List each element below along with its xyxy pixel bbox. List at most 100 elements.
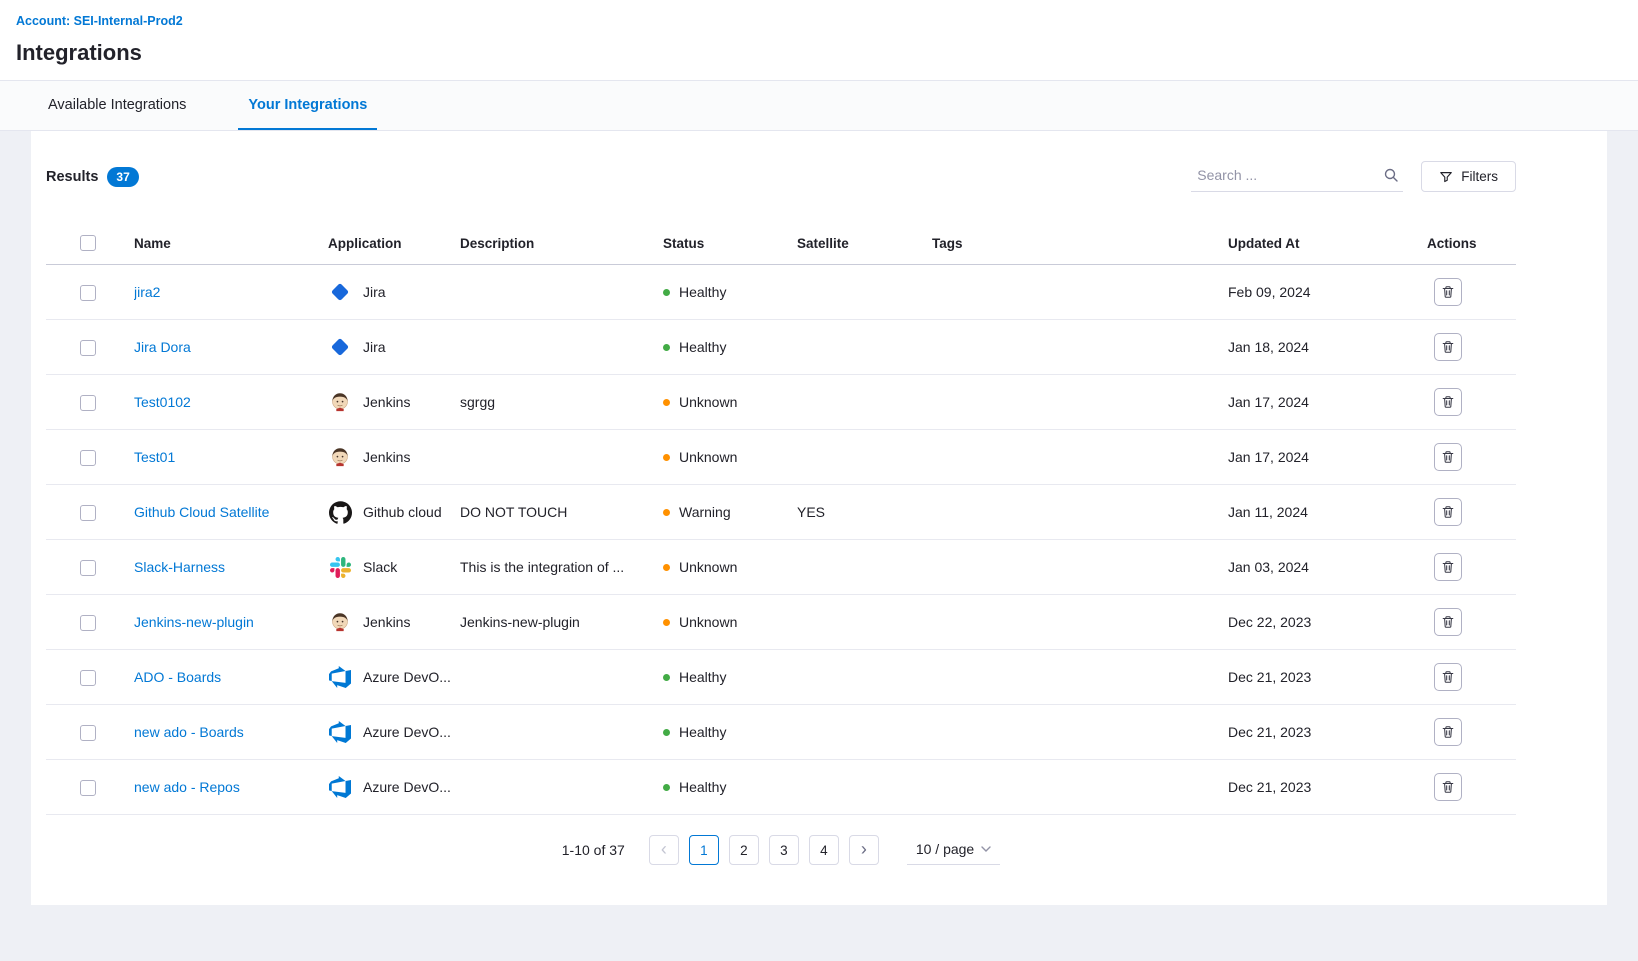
column-header-updated-at: Updated At [1228,222,1427,265]
row-checkbox[interactable] [80,670,96,686]
status-label: Healthy [679,724,726,740]
results-count-badge: 37 [107,167,138,187]
filters-label: Filters [1461,169,1498,184]
integration-name-link[interactable]: Github Cloud Satellite [134,504,269,520]
updated-at-value: Jan 17, 2024 [1228,449,1309,465]
trash-icon [1441,725,1455,739]
status-dot [663,729,670,736]
page-size-label: 10 / page [916,841,974,857]
page-button-3[interactable]: 3 [769,835,799,865]
row-checkbox[interactable] [80,780,96,796]
trash-icon [1441,340,1455,354]
application-label: Jira [363,339,386,355]
slack-icon [328,555,352,579]
updated-at-value: Feb 09, 2024 [1228,284,1311,300]
status-dot [663,674,670,681]
application-label: Azure DevO... [363,779,451,795]
delete-button[interactable] [1434,278,1462,306]
application-label: Jenkins [363,394,410,410]
integration-name-link[interactable]: Test0102 [134,394,191,410]
search-box [1191,161,1403,192]
delete-button[interactable] [1434,333,1462,361]
row-checkbox[interactable] [80,285,96,301]
status-label: Unknown [679,449,737,465]
row-checkbox[interactable] [80,560,96,576]
page-button-4[interactable]: 4 [809,835,839,865]
status-label: Healthy [679,339,726,355]
column-header-actions: Actions [1427,222,1516,265]
status-dot [663,509,670,516]
application-label: Azure DevO... [363,724,451,740]
status-label: Unknown [679,394,737,410]
prev-page-button[interactable]: ‹ [649,835,679,865]
page-size-select[interactable]: 10 / page [907,836,1000,865]
updated-at-value: Jan 17, 2024 [1228,394,1309,410]
table-row: Test0102 Jenkins sgrgg Unknown [46,375,1516,430]
search-icon [1383,167,1399,183]
row-checkbox[interactable] [80,395,96,411]
updated-at-value: Jan 18, 2024 [1228,339,1309,355]
status-label: Healthy [679,284,726,300]
select-all-checkbox[interactable] [80,235,96,251]
delete-button[interactable] [1434,608,1462,636]
row-checkbox[interactable] [80,450,96,466]
status-label: Healthy [679,779,726,795]
delete-button[interactable] [1434,718,1462,746]
row-checkbox[interactable] [80,725,96,741]
integration-name-link[interactable]: ADO - Boards [134,669,221,685]
status-dot [663,454,670,461]
page-button-2[interactable]: 2 [729,835,759,865]
delete-button[interactable] [1434,443,1462,471]
azure-devops-icon [328,775,352,799]
github-icon [328,500,352,524]
delete-button[interactable] [1434,663,1462,691]
integration-name-link[interactable]: Test01 [134,449,175,465]
row-checkbox[interactable] [80,615,96,631]
tab-your-integrations[interactable]: Your Integrations [238,81,377,130]
delete-button[interactable] [1434,388,1462,416]
integration-name-link[interactable]: new ado - Boards [134,724,244,740]
integration-name-link[interactable]: jira2 [134,284,160,300]
azure-devops-icon [328,665,352,689]
table-row: ADO - Boards Azure DevO... Healthy [46,650,1516,705]
integration-name-link[interactable]: Slack-Harness [134,559,225,575]
table-row: Jenkins-new-plugin Jenkins Jenkins-new-p… [46,595,1516,650]
page-title: Integrations [16,40,1622,66]
application-label: Azure DevO... [363,669,451,685]
tab-available-integrations[interactable]: Available Integrations [38,81,196,130]
page-button-1[interactable]: 1 [689,835,719,865]
status-dot [663,399,670,406]
table-row: new ado - Repos Azure DevO... Healthy [46,760,1516,815]
column-header-satellite: Satellite [797,222,932,265]
pagination: 1-10 of 37 ‹ 1234 › 10 / page [46,835,1516,865]
delete-button[interactable] [1434,498,1462,526]
integration-name-link[interactable]: Jenkins-new-plugin [134,614,254,630]
page-header: Account: SEI-Internal-Prod2 Integrations [0,0,1638,81]
updated-at-value: Jan 11, 2024 [1228,504,1308,520]
table-row: jira2 Jira Healthy [46,265,1516,320]
row-checkbox[interactable] [80,505,96,521]
description-text: This is the integration of ... [460,559,624,575]
application-label: Slack [363,559,397,575]
search-input[interactable] [1195,166,1383,184]
toolbar: Results 37 [46,161,1516,192]
page-number-buttons: 1234 [689,835,839,865]
updated-at-value: Jan 03, 2024 [1228,559,1309,575]
description-text: sgrgg [460,394,495,410]
delete-button[interactable] [1434,773,1462,801]
column-header-description: Description [460,222,663,265]
pagination-range: 1-10 of 37 [562,842,625,858]
delete-button[interactable] [1434,553,1462,581]
trash-icon [1441,450,1455,464]
column-header-tags: Tags [932,222,1228,265]
updated-at-value: Dec 21, 2023 [1228,779,1311,795]
application-label: Jira [363,284,386,300]
filter-icon [1439,170,1453,184]
status-dot [663,344,670,351]
next-page-button[interactable]: › [849,835,879,865]
filters-button[interactable]: Filters [1421,161,1516,192]
integration-name-link[interactable]: new ado - Repos [134,779,240,795]
account-link[interactable]: Account: SEI-Internal-Prod2 [16,14,183,28]
row-checkbox[interactable] [80,340,96,356]
integration-name-link[interactable]: Jira Dora [134,339,191,355]
